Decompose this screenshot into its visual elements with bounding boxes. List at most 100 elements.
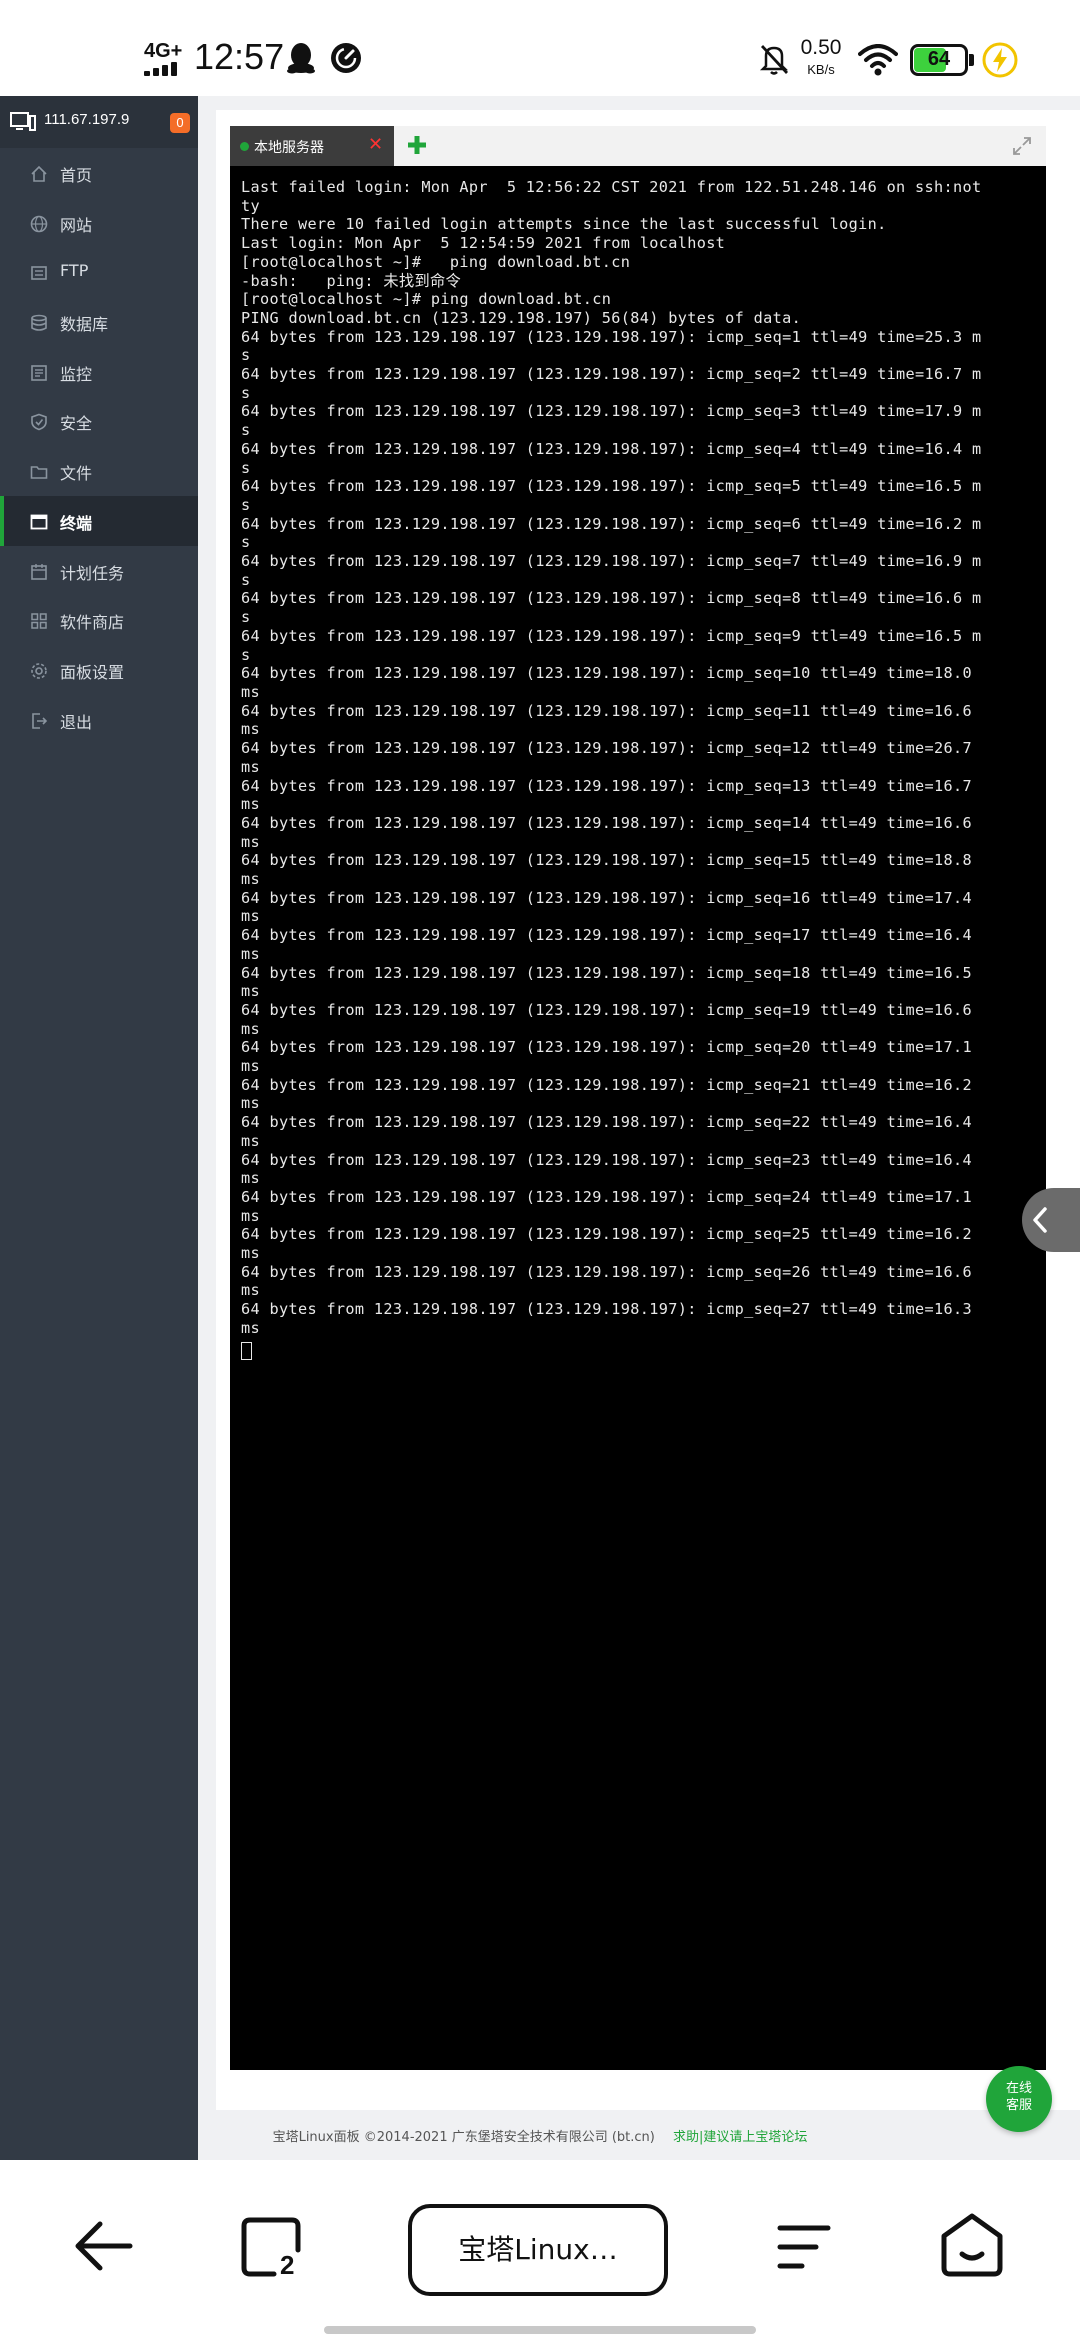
clock: 12:57 (194, 36, 285, 77)
alert-badge[interactable]: 0 (170, 113, 190, 133)
terminal-line: ms (241, 757, 260, 776)
add-tab-icon[interactable] (406, 134, 428, 156)
copyright-text: 宝塔Linux面板 ©2014-2021 广东堡塔安全技术有限公司 (bt.cn… (272, 2130, 655, 2145)
terminal-line: 64 bytes from 123.129.198.197 (123.129.1… (241, 1225, 973, 1244)
terminal-line: ms (241, 1094, 260, 1113)
browser-bottom-bar: 2 宝塔Linux… (0, 2160, 1080, 2340)
terminal-line: s (241, 645, 251, 664)
terminal-line: ty (241, 196, 260, 215)
home-icon[interactable] (940, 2212, 1004, 2278)
forum-link[interactable]: 求助|建议请上宝塔论坛 (673, 2130, 807, 2145)
speed-value: 0.50 (800, 36, 842, 59)
folder-icon (30, 466, 48, 479)
terminal-line: s (241, 421, 251, 440)
terminal-line: s (241, 346, 251, 365)
terminal-line: 64 bytes from 123.129.198.197 (123.129.1… (241, 1075, 973, 1094)
sidebar-item-3[interactable]: 数据库 (0, 297, 198, 347)
server-header[interactable]: 111.67.197.9 0 (0, 96, 198, 148)
terminal-line: [root@localhost ~]# ping download.bt.cn (241, 290, 612, 309)
terminal-line: 64 bytes from 123.129.198.197 (123.129.1… (241, 1300, 973, 1319)
wifi-icon (858, 44, 898, 76)
terminal-line: s (241, 608, 251, 627)
sidebar-item-1[interactable]: 网站 (0, 198, 198, 248)
sidebar-item-8[interactable]: 计划任务 (0, 546, 198, 596)
tab-local-server[interactable]: 本地服务器 ✕ (230, 126, 394, 166)
terminal-line: 64 bytes from 123.129.198.197 (123.129.1… (241, 1187, 973, 1206)
address-bar-title[interactable]: 宝塔Linux… (408, 2204, 668, 2296)
terminal-screen[interactable]: Last failed login: Mon Apr 5 12:56:22 CS… (230, 166, 1046, 2070)
sidebar-item-0[interactable]: 首页 (0, 148, 198, 198)
sidebar-nav: 首页网站 FTP 数据库监控 安全文件终端 计划任务软件商店面板设置退出 (0, 148, 198, 744)
calendar-icon (31, 563, 47, 580)
sidebar-item-6[interactable]: 文件 (0, 446, 198, 496)
grid-icon (31, 613, 47, 629)
sidebar-item-5[interactable]: 安全 (0, 396, 198, 446)
terminal-line: Last login: Mon Apr 5 12:54:59 2021 from… (241, 234, 726, 253)
terminal-line: 64 bytes from 123.129.198.197 (123.129.1… (241, 701, 973, 720)
terminal-line: 64 bytes from 123.129.198.197 (123.129.1… (241, 626, 982, 645)
terminal-icon (30, 514, 48, 530)
sidebar-item-label: 文件 (60, 464, 93, 484)
terminal-line: 64 bytes from 123.129.198.197 (123.129.1… (241, 552, 982, 571)
terminal-line: 64 bytes from 123.129.198.197 (123.129.1… (241, 1262, 973, 1281)
terminal-line: 64 bytes from 123.129.198.197 (123.129.1… (241, 851, 973, 870)
sidebar-item-10[interactable]: 面板设置 (0, 645, 198, 695)
terminal-line: s (241, 533, 251, 552)
terminal-line: -bash: ping: 未找到命令 (241, 271, 462, 290)
terminal-card: 本地服务器 ✕ Last failed login: Mon Apr 5 12:… (216, 110, 1080, 2110)
terminal-line: ms (241, 944, 260, 963)
fullscreen-icon[interactable] (1012, 136, 1032, 156)
monitor-icon (31, 364, 47, 381)
sidebar-item-label: 退出 (60, 712, 93, 732)
terminal-line: PING download.bt.cn (123.129.198.197) 56… (241, 308, 802, 327)
terminal-line: ms (241, 1019, 260, 1038)
connected-status-dot (240, 142, 249, 151)
online-service-button[interactable]: 在线 客服 (986, 2066, 1052, 2132)
status-bar: 4G+ 12:57 0.50 KB/s 64 (0, 0, 1080, 96)
terminal-line: 64 bytes from 123.129.198.197 (123.129.1… (241, 365, 982, 384)
sidebar-item-4[interactable]: 监控 (0, 347, 198, 397)
terminal-line: 64 bytes from 123.129.198.197 (123.129.1… (241, 963, 973, 982)
online-service-line1: 在线 (1005, 2081, 1032, 2096)
terminal-line: There were 10 failed login attempts sinc… (241, 215, 887, 234)
terminal-line: ms (241, 1244, 260, 1263)
qq-icon (287, 43, 315, 74)
speed-unit: KB/s (807, 62, 835, 77)
sidebar-item-label: 网站 (60, 215, 93, 235)
chevron-left-icon (1033, 1207, 1047, 1233)
terminal-line: ms (241, 795, 260, 814)
sidebar-item-11[interactable]: 退出 (0, 695, 198, 745)
back-arrow-icon[interactable] (74, 2218, 134, 2274)
terminal-line: s (241, 383, 251, 402)
terminal-line: ms (241, 1281, 260, 1300)
terminal-line: 64 bytes from 123.129.198.197 (123.129.1… (241, 1000, 973, 1019)
menu-icon[interactable] (776, 2222, 832, 2272)
globe-icon (30, 215, 48, 232)
terminal-line: 64 bytes from 123.129.198.197 (123.129.1… (241, 1113, 973, 1132)
sidebar-item-label: 数据库 (60, 315, 109, 335)
mute-icon (759, 45, 789, 75)
terminal-line: 64 bytes from 123.129.198.197 (123.129.1… (241, 813, 973, 832)
ftp-icon (31, 266, 47, 281)
terminal-line: 64 bytes from 123.129.198.197 (123.129.1… (241, 439, 982, 458)
sidebar-item-7[interactable]: 终端 (0, 495, 198, 546)
tabs-switcher-button[interactable]: 2 (240, 2216, 304, 2280)
terminal-line: ms (241, 832, 260, 851)
footer: 宝塔Linux面板 ©2014-2021 广东堡塔安全技术有限公司 (bt.cn… (0, 2126, 1080, 2145)
terminal-line: 64 bytes from 123.129.198.197 (123.129.1… (241, 1150, 973, 1169)
signal-icon: 4G+ (144, 40, 184, 76)
computer-icon (10, 112, 36, 131)
close-icon[interactable]: ✕ (368, 136, 384, 154)
sidebar-item-2[interactable]: FTP (0, 247, 198, 297)
terminal-line: 64 bytes from 123.129.198.197 (123.129.1… (241, 888, 973, 907)
sidebar-item-9[interactable]: 软件商店 (0, 595, 198, 645)
terminal-line: ms (241, 1318, 260, 1337)
sidebar-item-label: 软件商店 (60, 613, 125, 633)
tab-count: 2 (280, 2250, 295, 2280)
terminal-cursor (241, 1341, 252, 1360)
side-collapse-handle[interactable] (1022, 1188, 1080, 1252)
terminal-line: 64 bytes from 123.129.198.197 (123.129.1… (241, 589, 982, 608)
home-indicator[interactable] (324, 2326, 756, 2334)
terminal-line: Last failed login: Mon Apr 5 12:56:22 CS… (241, 178, 982, 196)
terminal-line: ms (241, 982, 260, 1001)
